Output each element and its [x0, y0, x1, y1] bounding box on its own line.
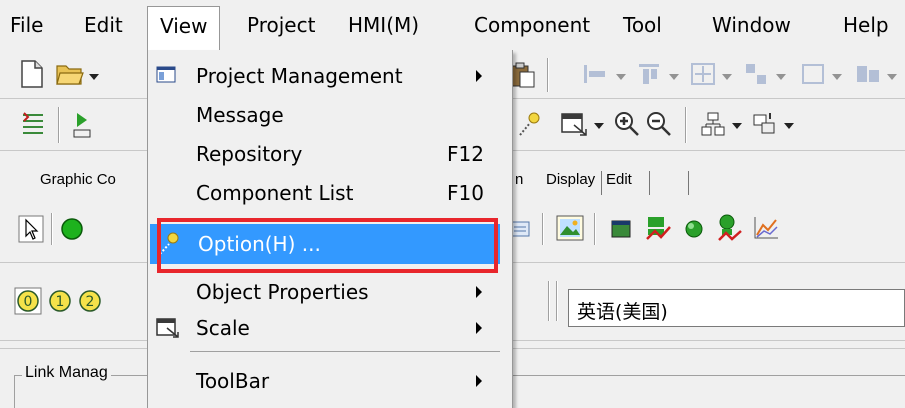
submenu-arrow-icon	[476, 286, 482, 298]
select-pointer-icon[interactable]	[18, 215, 44, 243]
size-icon[interactable]	[800, 62, 826, 86]
tab-partial[interactable]: n	[515, 171, 523, 189]
menu-project[interactable]: Project	[247, 12, 315, 38]
tab-graphic-component[interactable]: Graphic Co	[40, 171, 116, 189]
size-dropdown-arrow-icon[interactable]	[832, 74, 842, 80]
group-dropdown-arrow-icon[interactable]	[784, 123, 794, 129]
menu-file[interactable]: File	[10, 12, 43, 38]
language-select[interactable]: 英语(美国)	[568, 289, 905, 327]
svg-text:2: 2	[86, 294, 95, 310]
menu-help[interactable]: Help	[843, 12, 889, 38]
scale-menu-icon	[156, 318, 179, 338]
new-file-icon[interactable]	[20, 60, 44, 88]
svg-text:1: 1	[56, 294, 65, 310]
toolbar-separator	[542, 213, 544, 245]
submenu-arrow-icon	[476, 375, 482, 387]
menu-item-object-properties[interactable]: Object Properties	[148, 276, 512, 308]
align-top-dropdown-arrow-icon[interactable]	[669, 74, 679, 80]
window-component-icon[interactable]	[610, 217, 634, 241]
menu-item-project-management[interactable]: Project Management	[148, 60, 512, 92]
menu-item-scale[interactable]: Scale	[148, 312, 512, 344]
state-0-icon[interactable]: 0	[14, 287, 42, 315]
paste-icon[interactable]	[510, 62, 536, 88]
menu-item-label: Scale	[196, 316, 250, 340]
menu-separator	[190, 351, 500, 352]
toolbar-separator	[556, 281, 558, 321]
open-folder-icon[interactable]	[56, 62, 84, 86]
layout-dropdown-arrow-icon[interactable]	[732, 123, 742, 129]
menu-item-label: Object Properties	[196, 280, 369, 304]
menu-item-message[interactable]: Message	[148, 99, 512, 131]
arrange-icon[interactable]	[855, 62, 881, 86]
download-icon[interactable]	[70, 111, 94, 139]
menu-window[interactable]: Window	[712, 12, 791, 38]
annotation-highlight-box	[157, 218, 498, 273]
link-manager-label: Link Manag	[22, 362, 111, 384]
trend-chart-icon[interactable]	[645, 215, 671, 243]
submenu-arrow-icon	[476, 322, 482, 334]
tab-divider	[649, 171, 650, 195]
center-icon[interactable]	[690, 62, 716, 86]
toolbar-separator	[548, 281, 550, 321]
state-1-icon[interactable]: 1	[46, 287, 74, 315]
tab-display[interactable]: Display	[546, 171, 595, 189]
align-top-icon[interactable]	[637, 62, 663, 86]
toolbar-separator	[547, 58, 549, 92]
state-2-icon[interactable]: 2	[76, 287, 104, 315]
menu-hmi[interactable]: HMI(M)	[348, 12, 419, 38]
menu-item-component-list[interactable]: Component List F10	[148, 177, 512, 209]
menu-tool[interactable]: Tool	[623, 12, 662, 38]
button-component-icon[interactable]	[510, 219, 530, 239]
menu-view[interactable]: View	[147, 6, 221, 52]
menu-item-label: Message	[196, 103, 284, 127]
menu-item-shortcut: F10	[447, 181, 484, 205]
menu-item-toolbar[interactable]: ToolBar	[148, 365, 512, 397]
toolbar-separator	[58, 107, 60, 143]
toolbar-separator	[594, 213, 596, 245]
tab-divider	[601, 171, 602, 195]
toolbar-separator	[51, 213, 53, 245]
submenu-arrow-icon	[476, 70, 482, 82]
group-icon[interactable]	[752, 111, 778, 137]
menu-bar: File Edit View Project HMI(M) Component …	[0, 0, 905, 52]
option-wand-icon[interactable]	[516, 111, 542, 137]
menu-item-label: Repository	[196, 142, 303, 166]
alarm-component-icon[interactable]	[716, 213, 742, 243]
align-left-icon[interactable]	[582, 63, 608, 85]
menu-component[interactable]: Component	[474, 12, 590, 38]
distribute-icon[interactable]	[744, 62, 770, 86]
compile-icon[interactable]	[20, 111, 46, 139]
menu-item-shortcut: F12	[447, 142, 484, 166]
menu-item-label: ToolBar	[196, 369, 270, 393]
toolbar-separator	[685, 107, 687, 143]
line-chart-icon[interactable]	[752, 215, 780, 241]
arrange-dropdown-arrow-icon[interactable]	[887, 74, 897, 80]
tab-divider	[688, 171, 689, 195]
scale-icon[interactable]	[560, 111, 588, 137]
menu-item-repository[interactable]: Repository F12	[148, 138, 512, 170]
project-management-icon	[156, 66, 176, 83]
menu-item-label: Component List	[196, 181, 354, 205]
zoom-in-icon[interactable]	[614, 111, 640, 137]
center-dropdown-arrow-icon[interactable]	[722, 74, 732, 80]
distribute-dropdown-arrow-icon[interactable]	[776, 74, 786, 80]
menu-edit[interactable]: Edit	[84, 12, 123, 38]
layout-tree-icon[interactable]	[700, 111, 726, 137]
meter-component-icon[interactable]	[682, 217, 706, 241]
tab-edit[interactable]: Edit	[606, 171, 632, 189]
scale-dropdown-arrow-icon[interactable]	[594, 123, 604, 129]
open-dropdown-arrow-icon[interactable]	[89, 74, 99, 80]
green-lamp-icon[interactable]	[60, 217, 84, 241]
zoom-out-icon[interactable]	[646, 111, 672, 137]
menu-item-label: Project Management	[196, 64, 403, 88]
align-dropdown-arrow-icon[interactable]	[616, 74, 626, 80]
svg-text:0: 0	[24, 294, 33, 310]
picture-component-icon[interactable]	[556, 215, 584, 241]
